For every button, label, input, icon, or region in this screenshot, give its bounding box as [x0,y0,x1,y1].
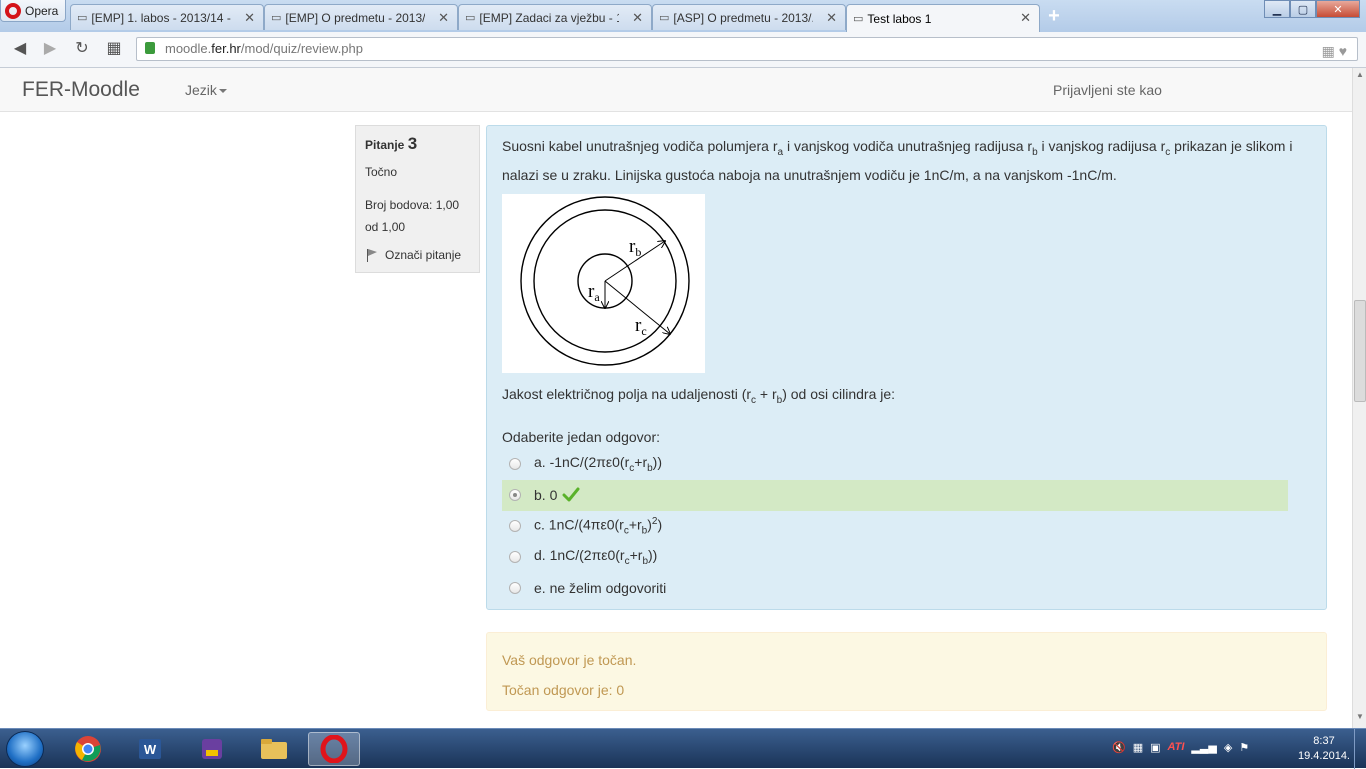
language-menu[interactable]: Jezik [185,82,227,98]
answer-option-d[interactable]: d. 1nC/(2πε0(rc+rb)) [502,542,1288,573]
maximize-window-button[interactable]: ▢ [1290,0,1316,18]
answer-radio-b[interactable] [509,489,521,502]
answer-radio-c[interactable] [509,520,521,533]
correct-check-icon [562,487,580,502]
taskbar-clock[interactable]: 8:37 19.4.2014. [1298,734,1350,764]
scroll-up-icon[interactable]: ▲ [1353,70,1366,84]
divx-taskbar-icon[interactable] [186,732,238,766]
tab-emp-zadaci[interactable]: ▭ [EMP] Zadaci za vježbu - 1... ✕ [458,4,652,30]
bluetooth-tray-icon[interactable]: ◈ [1224,741,1232,754]
forward-arrow-icon[interactable]: ▶ [38,38,62,60]
url-prefix: moodle. [165,41,212,56]
signal-bars-icon[interactable]: ▂▃▅ [1191,741,1216,754]
word-taskbar-icon[interactable]: W [124,732,176,766]
close-window-button[interactable]: ✕ [1316,0,1360,18]
question-number: Pitanje 3 [365,134,418,153]
caret-down-icon [218,89,227,94]
answer-label-b: b. 0 [534,487,558,504]
clock-time: 8:37 [1313,735,1335,747]
question-state: Točno [365,165,398,179]
answer-feedback: Vaš odgovor je točan. Točan odgovor je: … [486,632,1327,711]
clock-date: 19.4.2014. [1298,750,1350,762]
page-icon: ▭ [271,12,282,24]
flag-question-link[interactable]: Označi pitanje [365,248,470,262]
explorer-taskbar-icon[interactable] [248,732,300,766]
reload-icon[interactable]: ↻ [70,38,94,60]
page-icon: ▭ [853,13,864,25]
question-grade: Broj bodova: 1,00 od 1,00 [365,198,460,234]
windows-taskbar: W 🔇 ▦ ▣ ATI ▂▃▅ ◈ ⚑ 8:37 19.4.2014. [0,728,1366,769]
close-tab-icon[interactable]: ✕ [438,10,449,26]
speed-dial-icon[interactable]: ▦ [102,38,126,60]
label-rb: rb [629,236,641,259]
url-path: /mod/quiz/review.php [240,41,363,56]
lock-icon [145,42,155,54]
system-tray: 🔇 ▦ ▣ ATI ▂▃▅ ◈ ⚑ [1112,741,1249,754]
volume-muted-icon[interactable]: 🔇 [1112,741,1126,754]
site-brand-link[interactable]: FER-Moodle [22,78,140,102]
question-prompt: Jakost električnog polja na udaljenosti … [502,385,896,406]
login-info: Prijavljeni ste kao [1053,82,1162,98]
action-center-flag-icon[interactable]: ⚑ [1239,741,1249,754]
site-header: FER-Moodle Jezik Prijavljeni ste kao [0,68,1352,112]
address-bar[interactable]: moodle.fer.hr/mod/quiz/review.php ▦ ♥ [136,37,1358,61]
tab-emp-predmet[interactable]: ▭ [EMP] O predmetu - 2013/... ✕ [264,4,458,30]
close-tab-icon[interactable]: ✕ [1020,10,1031,26]
tab-emp-labos[interactable]: ▭ [EMP] 1. labos - 2013/14 - ... ✕ [70,4,264,30]
tab-asp-predmet[interactable]: ▭ [ASP] O predmetu - 2013/... ✕ [652,4,846,30]
coaxial-cable-figure: ra rb rc [502,193,705,373]
answer-label-a: a. -1nC/(2πε0(rc+rb)) [534,454,662,474]
ati-tray-icon[interactable]: ATI [1168,741,1185,754]
scroll-thumb[interactable] [1354,300,1366,402]
page-icon: ▭ [77,12,88,24]
svg-text:W: W [144,742,157,757]
chrome-taskbar-icon[interactable] [62,732,114,766]
page-scrollbar[interactable]: ▲ ▼ [1352,68,1366,728]
page-icon: ▭ [659,12,670,24]
minimize-window-button[interactable]: ▁ [1264,0,1290,18]
opera-menu-label: Opera [25,3,59,18]
answer-label-c: c. 1nC/(4πε0(rc+rb)2) [534,515,663,537]
network-tray-icon[interactable]: ▦ [1133,741,1143,754]
label-ra: ra [588,281,600,304]
flag-icon [365,248,379,262]
opera-menu-button[interactable]: Opera [0,0,66,22]
device-tray-icon[interactable]: ▣ [1150,741,1160,754]
question-content: Suosni kabel unutrašnjeg vodiča polumjer… [486,125,1327,610]
answer-label-e: e. ne želim odgovoriti [534,580,667,597]
browser-tab-strip: Opera ▭ [EMP] 1. labos - 2013/14 - ... ✕… [0,0,1366,32]
tab-test-labos[interactable]: ▭ Test labos 1 ✕ [846,4,1040,32]
opera-logo-icon [5,2,21,19]
browser-toolbar: ◀ ▶ ↻ ▦ moodle.fer.hr/mod/quiz/review.ph… [0,32,1366,68]
feedback-result: Vaš odgovor je točan. [502,652,637,668]
opera-taskbar-icon[interactable] [308,732,360,766]
answer-option-e[interactable]: e. ne želim odgovoriti [502,573,1288,604]
url-domain: fer.hr [211,41,241,56]
tiles-icon[interactable]: ▦ [1322,43,1335,59]
choose-one-label: Odaberite jedan odgovor: [502,428,660,445]
answer-option-b[interactable]: b. 0 [502,479,1288,511]
language-menu-label: Jezik [185,82,217,98]
question-info: Pitanje 3 Točno Broj bodova: 1,00 od 1,0… [355,125,480,273]
answer-radio-a[interactable] [509,458,521,471]
close-tab-icon[interactable]: ✕ [632,10,643,26]
scroll-down-icon[interactable]: ▼ [1353,712,1366,726]
answer-option-a[interactable]: a. -1nC/(2πε0(rc+rb)) [502,449,1288,480]
close-tab-icon[interactable]: ✕ [826,10,837,26]
page-icon: ▭ [465,12,476,24]
show-desktop-button[interactable] [1354,729,1366,769]
answer-label-d: d. 1nC/(2πε0(rc+rb)) [534,547,658,567]
answer-radio-e[interactable] [509,582,521,595]
feedback-correct-answer: Točan odgovor je: 0 [502,682,625,698]
answer-option-c[interactable]: c. 1nC/(4πε0(rc+rb)2) [502,511,1288,542]
new-tab-button[interactable]: + [1044,6,1064,27]
start-button[interactable] [6,731,44,767]
answer-radio-d[interactable] [509,551,521,564]
close-tab-icon[interactable]: ✕ [244,10,255,26]
answer-list: a. -1nC/(2πε0(rc+rb)) b. 0 c. 1nC/(4πε0(… [502,449,1288,604]
bookmark-heart-icon[interactable]: ♥ [1339,43,1347,59]
question-text: Suosni kabel unutrašnjeg vodiča polumjer… [502,138,1293,183]
back-arrow-icon[interactable]: ◀ [8,38,32,60]
label-rc: rc [635,315,647,338]
